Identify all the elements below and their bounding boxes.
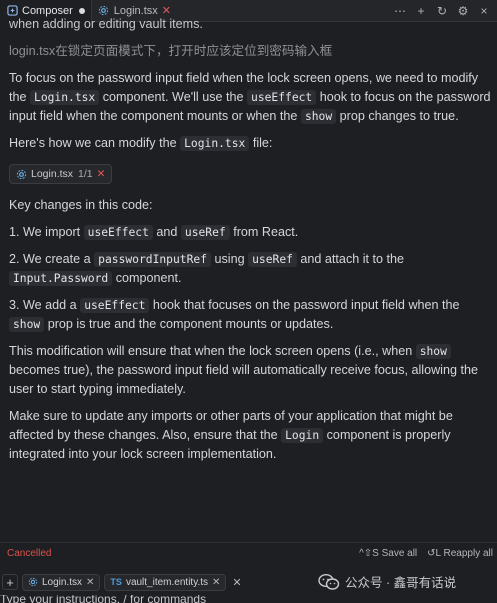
file-chip-count: 1/1 (78, 168, 93, 180)
wechat-icon (318, 573, 340, 591)
key-changes-heading: Key changes in this code: (9, 198, 153, 212)
context-chip-label: vault_item.entity.ts (125, 576, 209, 588)
code-login: Login (281, 428, 324, 443)
composer-input-placeholder: Type your instructions, / for commands (0, 595, 207, 603)
code-show: show (415, 344, 451, 359)
watermark-text: 公众号 · 鑫哥有话说 (345, 576, 457, 590)
status-actions: ^⇧S Save all ↺L Reapply all (359, 548, 497, 559)
truncated-line: when adding or editing vault items. (9, 17, 203, 31)
reapply-all-button[interactable]: ↺L Reapply all (427, 548, 493, 559)
typescript-icon: TS (110, 577, 122, 587)
close-icon[interactable]: ✕ (232, 576, 241, 589)
save-all-button[interactable]: ^⇧S Save all (359, 548, 417, 559)
code-useeffect: useEffect (83, 225, 153, 240)
change-item-2: 2. We create a passwordInputRef using us… (9, 252, 405, 286)
gear-icon (98, 5, 110, 17)
status-row: Cancelled ^⇧S Save all ↺L Reapply all (0, 542, 497, 564)
composer-icon (6, 5, 18, 17)
closing-paragraph: Make sure to update any imports or other… (9, 409, 453, 461)
close-icon[interactable]: ✕ (86, 577, 94, 588)
close-icon[interactable]: ✕ (97, 168, 106, 180)
context-chip-login[interactable]: Login.tsx ✕ (22, 573, 101, 591)
file-chip-login[interactable]: Login.tsx 1/1 ✕ (9, 164, 113, 184)
cancelled-status: Cancelled (7, 548, 52, 559)
add-context-button[interactable]: + (2, 574, 18, 590)
code-useeffect: useEffect (247, 90, 317, 105)
watermark: 公众号 · 鑫哥有话说 (318, 572, 456, 591)
code-input-password: Input.Password (9, 271, 113, 286)
context-chip-label: Login.tsx (42, 576, 83, 588)
context-chip-vault-item[interactable]: TS vault_item.entity.ts ✕ (104, 573, 227, 591)
code-useref: useRef (180, 225, 230, 240)
gear-icon (16, 169, 27, 180)
composer-input[interactable]: Type your instructions, / for commands (0, 595, 497, 603)
close-icon[interactable]: ✕ (212, 577, 220, 588)
tab-login-label: Login.tsx (113, 4, 158, 17)
file-chip-name: Login.tsx (31, 168, 74, 180)
code-show: show (9, 317, 45, 332)
code-useeffect: useEffect (80, 298, 150, 313)
outcome-paragraph: This modification will ensure that when … (9, 344, 478, 396)
code-passwordinputref: passwordInputRef (94, 252, 211, 267)
gear-icon (28, 577, 38, 587)
unsaved-dot-icon (78, 7, 85, 14)
code-login-tsx: Login.tsx (30, 90, 100, 105)
change-item-1: 1. We import useEffect and useRef from R… (9, 225, 299, 240)
how-paragraph: Here's how we can modify the Login.tsx f… (9, 136, 273, 151)
tab-composer-label: Composer (22, 4, 73, 17)
code-login-tsx: Login.tsx (180, 136, 250, 151)
composer-message: when adding or editing vault items. logi… (9, 16, 493, 536)
code-useref: useRef (248, 252, 297, 267)
code-show: show (300, 109, 337, 124)
intro-paragraph: To focus on the password input field whe… (9, 71, 491, 124)
user-prompt: login.tsx在锁定页面模式下，打开时应该定位到密码输入框 (9, 44, 333, 58)
change-item-3: 3. We add a useEffect hook that focuses … (9, 298, 460, 332)
